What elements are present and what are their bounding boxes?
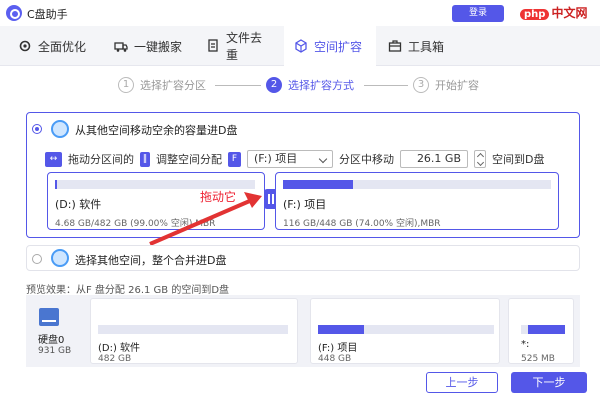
step-number: 2 (266, 77, 282, 93)
drag-resize-icon: ↔ (45, 151, 62, 167)
preview-f-usage-bar (318, 325, 494, 334)
option-move-space-label: 从其他空间移动空余的容量进D盘 (75, 124, 238, 137)
adjust-label: 调整空间分配 (156, 153, 222, 166)
title-bar: C盘助手 登录 php 中文网 (0, 0, 600, 26)
watermark-text: 中文网 (551, 6, 588, 20)
partition-f-box: (F:) 项目 116 GB/448 GB (74.00% 空闲),MBR (275, 172, 559, 230)
preview-d-usage-bar (98, 325, 288, 334)
preview-partition-other: *: 525 MB (508, 298, 574, 364)
usage-fill (527, 325, 565, 334)
expand-icon (294, 39, 308, 53)
option-move-space-card[interactable]: 从其他空间移动空余的容量进D盘 ↔ 拖动分区间的 ‖ 调整空间分配 F (F:)… (26, 112, 580, 238)
preview-area: 硬盘0 931 GB (D:) 软件 482 GB (F:) 项目 448 GB… (26, 295, 580, 367)
option-merge-radio[interactable] (32, 254, 42, 264)
partition-d-name: (D:) 软件 (55, 198, 102, 211)
step-number: 3 (413, 77, 429, 93)
partition-f-usage-bar (283, 180, 551, 189)
step-2: 2 选择扩容方式 (266, 77, 354, 93)
disk-name: 硬盘0 (38, 335, 65, 346)
merge-icon (51, 249, 69, 267)
amount-input[interactable]: 26.1 GB (400, 150, 468, 168)
tab-label: 工具箱 (408, 39, 445, 54)
drag-annotation: 拖动它 (200, 190, 237, 204)
adjust-toolbar: ↔ 拖动分区间的 ‖ 调整空间分配 F (F:) 项目 分区中移动 26.1 G… (45, 149, 544, 169)
partition-f-name: (F:) 项目 (283, 198, 327, 211)
preview-title: 预览效果：从F 盘分配 26.1 GB 的空间到D盘 (26, 285, 230, 296)
disk-size: 931 GB (38, 346, 72, 356)
usage-fill (283, 180, 353, 189)
step-label: 选择扩容分区 (140, 79, 206, 92)
step-divider (215, 85, 261, 86)
preview-f-name: (F:) 项目 (318, 343, 358, 354)
step-indicator: 1 选择扩容分区 2 选择扩容方式 3 开始扩容 (0, 66, 600, 106)
preview-f-size: 448 GB (318, 354, 352, 364)
transfer-icon (51, 120, 69, 138)
usage-fill (55, 180, 57, 189)
disk-summary: 硬盘0 931 GB (26, 295, 84, 367)
preview-partition-f: (F:) 项目 448 GB (310, 298, 500, 364)
partition-d-info: 4.68 GB/482 GB (99.00% 空闲),MBR (55, 219, 216, 229)
partition-icon: F (228, 151, 241, 167)
app-logo-icon (6, 5, 22, 21)
tab-toolbox[interactable]: 工具箱 (378, 26, 462, 66)
partition-f-info: 116 GB/448 GB (74.00% 空闲),MBR (283, 219, 441, 229)
file-copy-icon (206, 39, 220, 53)
preview-other-size: 525 MB (521, 354, 555, 364)
usage-fill (318, 325, 364, 334)
preview-other-name: *: (521, 339, 530, 350)
truck-icon (114, 39, 128, 53)
step-label: 开始扩容 (435, 79, 479, 92)
option-move-space-radio[interactable] (32, 124, 42, 134)
source-partition-select[interactable]: (F:) 项目 (247, 150, 333, 168)
tab-optimize[interactable]: 全面优化 (8, 26, 100, 66)
disk-icon (39, 308, 59, 326)
gear-icon (18, 39, 32, 53)
preview-d-name: (D:) 软件 (98, 343, 141, 354)
preview-other-usage-bar (521, 325, 565, 334)
tab-label: 空间扩容 (314, 39, 363, 54)
tab-migrate[interactable]: 一键搬家 (104, 26, 194, 66)
pause-icon: ‖ (140, 151, 150, 167)
step-divider (364, 85, 408, 86)
drag-label: 拖动分区间的 (68, 153, 134, 166)
option-merge-card[interactable]: 选择其他空间，整个合并进D盘 (26, 245, 580, 271)
tab-label: 全面优化 (38, 39, 87, 54)
tab-dedupe[interactable]: 文件去重 (196, 26, 282, 66)
login-button[interactable]: 登录 (452, 5, 504, 22)
app-title: C盘助手 (27, 8, 68, 21)
prev-button[interactable]: 上一步 (426, 372, 498, 393)
main-tabs: 全面优化 一键搬家 文件去重 空间扩容 工具箱 (0, 26, 600, 66)
toolbox-icon (388, 39, 402, 53)
tab-expand[interactable]: 空间扩容 (284, 26, 376, 66)
step-1: 1 选择扩容分区 (118, 77, 206, 93)
step-3: 3 开始扩容 (413, 77, 479, 93)
preview-d-size: 482 GB (98, 354, 132, 364)
watermark: php 中文网 (520, 4, 587, 21)
tab-label: 文件去重 (226, 31, 263, 62)
next-button[interactable]: 下一步 (511, 372, 587, 393)
step-label: 选择扩容方式 (288, 79, 354, 92)
to-label: 空间到D盘 (492, 153, 545, 166)
option-merge-label: 选择其他空间，整个合并进D盘 (75, 254, 227, 267)
move-label: 分区中移动 (339, 153, 394, 166)
amount-stepper[interactable] (474, 150, 486, 168)
step-number: 1 (118, 77, 134, 93)
watermark-badge: php (520, 9, 550, 20)
preview-partition-d: (D:) 软件 482 GB (90, 298, 298, 364)
tab-label: 一键搬家 (134, 39, 183, 54)
